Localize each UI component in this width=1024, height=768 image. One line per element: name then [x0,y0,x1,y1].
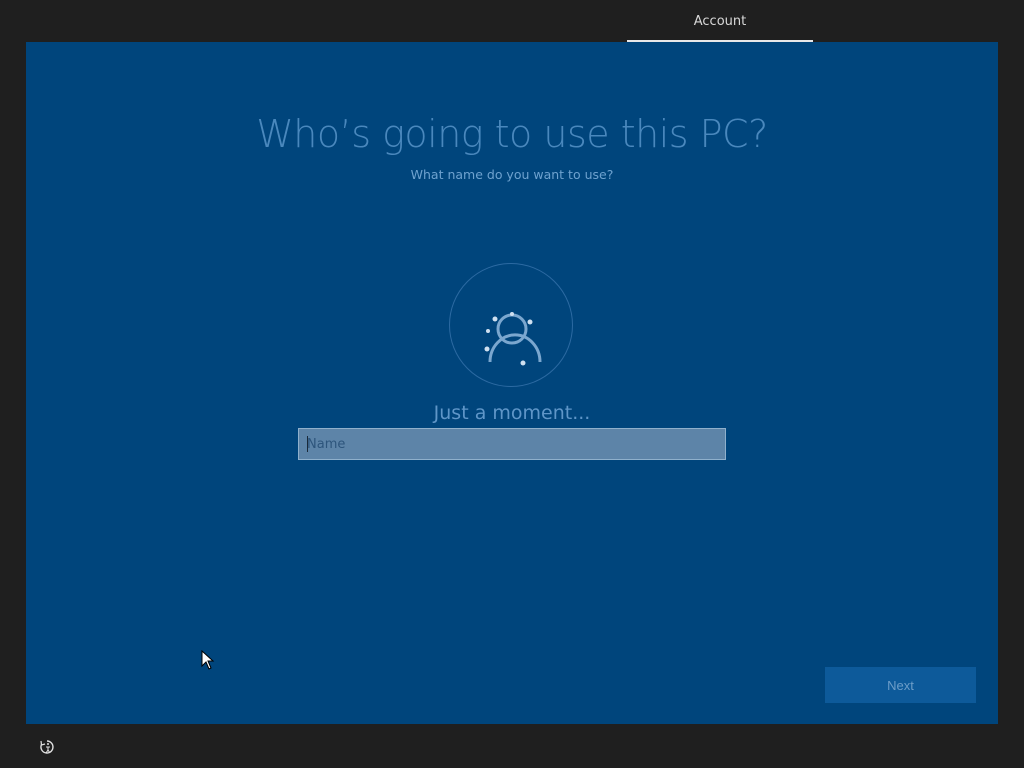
setup-panel: Who’s going to use this PC? What name do… [26,42,998,724]
text-caret [307,436,308,452]
name-input[interactable] [298,428,726,460]
page-subtitle: What name do you want to use? [410,167,614,182]
top-bar: Account [0,0,1024,43]
page-title: Who’s going to use this PC? [256,112,768,156]
user-loading-icon [484,312,542,366]
mouse-pointer-icon [201,650,215,670]
tab-account[interactable]: Account [627,0,813,42]
status-text: Just a moment... [433,402,591,424]
next-button[interactable]: Next [825,667,976,703]
ease-of-access-icon[interactable] [38,738,56,756]
avatar [449,263,573,387]
bottom-bar [0,724,1024,768]
